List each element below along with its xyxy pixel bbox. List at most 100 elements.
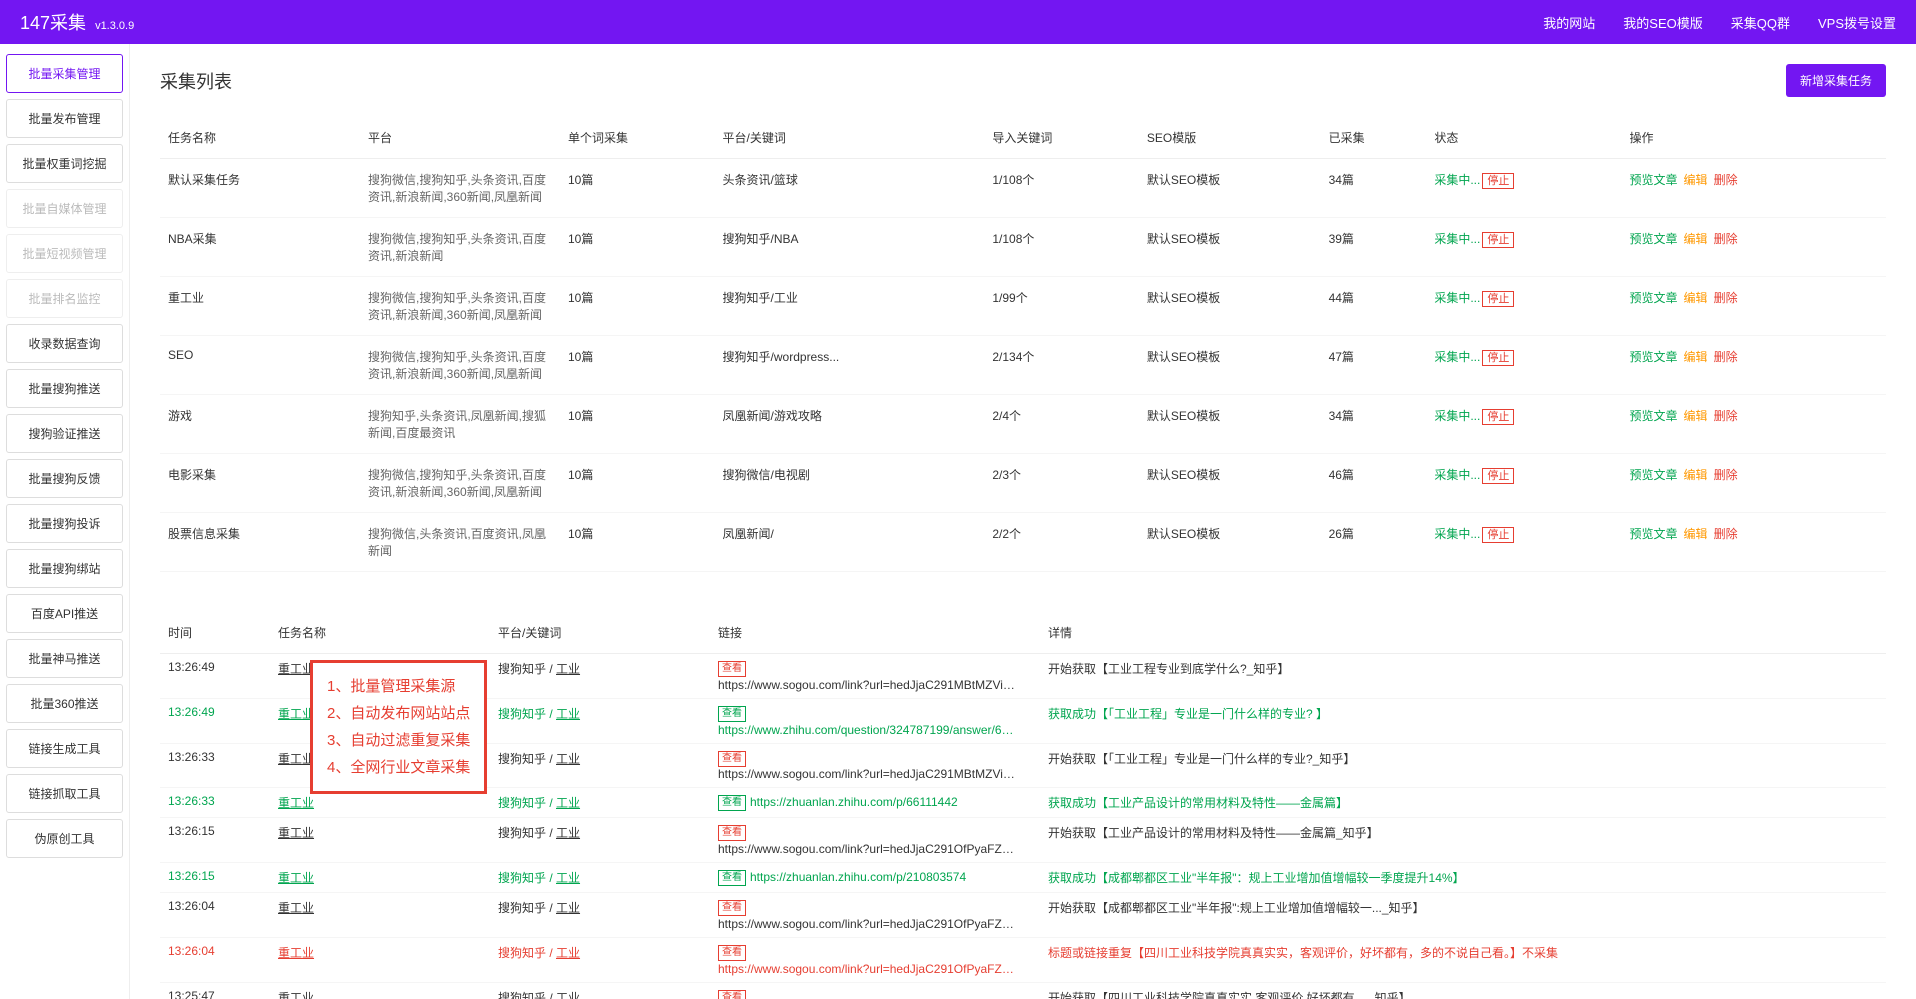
- sidebar-item-2[interactable]: 批量权重词挖掘: [6, 144, 123, 183]
- log-task-link[interactable]: 重工业: [278, 662, 314, 676]
- task-status: 采集中...停止: [1426, 277, 1621, 336]
- log-kw-link[interactable]: 工业: [556, 796, 580, 810]
- delete-link[interactable]: 删除: [1714, 350, 1738, 364]
- preview-link[interactable]: 预览文章: [1630, 232, 1678, 246]
- log-task-link[interactable]: 重工业: [278, 826, 314, 840]
- preview-link[interactable]: 预览文章: [1630, 291, 1678, 305]
- task-name: 电影采集: [160, 454, 360, 513]
- new-task-button[interactable]: 新增采集任务: [1786, 64, 1886, 97]
- sidebar-item-16[interactable]: 链接抓取工具: [6, 774, 123, 813]
- sidebar-item-15[interactable]: 链接生成工具: [6, 729, 123, 768]
- edit-link[interactable]: 编辑: [1684, 232, 1708, 246]
- edit-link[interactable]: 编辑: [1684, 527, 1708, 541]
- brand-name: 147采集: [20, 13, 86, 33]
- sidebar-item-13[interactable]: 批量神马推送: [6, 639, 123, 678]
- main-content[interactable]: 采集列表 新增采集任务 任务名称 平台 单个词采集 平台/关键词 导入关键词 S…: [130, 44, 1916, 999]
- sidebar-item-7[interactable]: 批量搜狗推送: [6, 369, 123, 408]
- log-kw-link[interactable]: 工业: [556, 991, 580, 999]
- topnav-link-2[interactable]: 采集QQ群: [1731, 13, 1790, 32]
- callout-line3: 3、自动过滤重复采集: [327, 727, 470, 754]
- stop-button[interactable]: 停止: [1482, 291, 1514, 307]
- delete-link[interactable]: 删除: [1714, 291, 1738, 305]
- task-row: 股票信息采集搜狗微信,头条资讯,百度资讯,凤凰新闻10篇凤凰新闻/2/2个默认S…: [160, 513, 1886, 572]
- topnav-link-1[interactable]: 我的SEO模版: [1623, 13, 1702, 32]
- preview-link[interactable]: 预览文章: [1630, 527, 1678, 541]
- sidebar-item-6[interactable]: 收录数据查询: [6, 324, 123, 363]
- view-badge[interactable]: 查看: [718, 990, 746, 999]
- edit-link[interactable]: 编辑: [1684, 350, 1708, 364]
- sidebar-item-17[interactable]: 伪原创工具: [6, 819, 123, 858]
- sidebar[interactable]: 批量采集管理批量发布管理批量权重词挖掘批量自媒体管理批量短视频管理批量排名监控收…: [0, 44, 130, 999]
- delete-link[interactable]: 删除: [1714, 468, 1738, 482]
- edit-link[interactable]: 编辑: [1684, 173, 1708, 187]
- log-kw-link[interactable]: 工业: [556, 707, 580, 721]
- topnav-link-3[interactable]: VPS拨号设置: [1818, 13, 1896, 32]
- preview-link[interactable]: 预览文章: [1630, 468, 1678, 482]
- task-collected: 34篇: [1321, 395, 1427, 454]
- log-task-link[interactable]: 重工业: [278, 901, 314, 915]
- task-actions: 预览文章编辑删除: [1622, 159, 1886, 218]
- stop-button[interactable]: 停止: [1482, 350, 1514, 366]
- sidebar-item-12[interactable]: 百度API推送: [6, 594, 123, 633]
- sidebar-item-1[interactable]: 批量发布管理: [6, 99, 123, 138]
- preview-link[interactable]: 预览文章: [1630, 173, 1678, 187]
- sidebar-item-14[interactable]: 批量360推送: [6, 684, 123, 723]
- log-link: 查看https://www.sogou.com/link?url=hedJjaC…: [710, 654, 1040, 699]
- delete-link[interactable]: 删除: [1714, 527, 1738, 541]
- log-task-link[interactable]: 重工业: [278, 796, 314, 810]
- task-platform: 搜狗微信,搜狗知乎,头条资讯,百度资讯,新浪新闻,360新闻,凤凰新闻: [360, 159, 560, 218]
- log-kw-link[interactable]: 工业: [556, 871, 580, 885]
- task-import: 2/2个: [984, 513, 1139, 572]
- log-link: 查看https://www.sogou.com/link?url=hedJjaC…: [710, 893, 1040, 938]
- log-row: 13:25:47重工业搜狗知乎 / 工业查看https://www.sogou.…: [160, 982, 1886, 999]
- edit-link[interactable]: 编辑: [1684, 409, 1708, 423]
- sidebar-item-11[interactable]: 批量搜狗绑站: [6, 549, 123, 588]
- stop-button[interactable]: 停止: [1482, 527, 1514, 543]
- edit-link[interactable]: 编辑: [1684, 291, 1708, 305]
- view-badge[interactable]: 查看: [718, 900, 746, 916]
- stop-button[interactable]: 停止: [1482, 468, 1514, 484]
- delete-link[interactable]: 删除: [1714, 232, 1738, 246]
- stop-button[interactable]: 停止: [1482, 173, 1514, 189]
- delete-link[interactable]: 删除: [1714, 409, 1738, 423]
- edit-link[interactable]: 编辑: [1684, 468, 1708, 482]
- sidebar-item-5: 批量排名监控: [6, 279, 123, 318]
- log-kw-link[interactable]: 工业: [556, 946, 580, 960]
- log-detail: 开始获取【工业产品设计的常用材料及特性——金属篇_知乎】: [1040, 818, 1886, 863]
- task-collected: 39篇: [1321, 218, 1427, 277]
- log-kw-link[interactable]: 工业: [556, 662, 580, 676]
- log-link: 查看https://www.zhihu.com/question/3247871…: [710, 698, 1040, 743]
- topnav-link-0[interactable]: 我的网站: [1543, 13, 1595, 32]
- log-task-link[interactable]: 重工业: [278, 707, 314, 721]
- log-task-link[interactable]: 重工业: [278, 946, 314, 960]
- log-detail: 获取成功【「工业工程」专业是一门什么样的专业? 】: [1040, 698, 1886, 743]
- task-import: 1/99个: [984, 277, 1139, 336]
- stop-button[interactable]: 停止: [1482, 232, 1514, 248]
- view-badge[interactable]: 查看: [718, 870, 746, 886]
- view-badge[interactable]: 查看: [718, 945, 746, 961]
- log-task-link[interactable]: 重工业: [278, 991, 314, 999]
- view-badge[interactable]: 查看: [718, 661, 746, 677]
- log-kw-link[interactable]: 工业: [556, 752, 580, 766]
- stop-button[interactable]: 停止: [1482, 409, 1514, 425]
- task-row: NBA采集搜狗微信,搜狗知乎,头条资讯,百度资讯,新浪新闻10篇搜狗知乎/NBA…: [160, 218, 1886, 277]
- view-badge[interactable]: 查看: [718, 795, 746, 811]
- preview-link[interactable]: 预览文章: [1630, 350, 1678, 364]
- log-task-link[interactable]: 重工业: [278, 752, 314, 766]
- log-kw-link[interactable]: 工业: [556, 826, 580, 840]
- th-link: 链接: [710, 612, 1040, 654]
- sidebar-item-0[interactable]: 批量采集管理: [6, 54, 123, 93]
- log-kw-link[interactable]: 工业: [556, 901, 580, 915]
- task-import: 2/3个: [984, 454, 1139, 513]
- preview-link[interactable]: 预览文章: [1630, 409, 1678, 423]
- view-badge[interactable]: 查看: [718, 706, 746, 722]
- sidebar-item-8[interactable]: 搜狗验证推送: [6, 414, 123, 453]
- view-badge[interactable]: 查看: [718, 751, 746, 767]
- delete-link[interactable]: 删除: [1714, 173, 1738, 187]
- sidebar-item-9[interactable]: 批量搜狗反馈: [6, 459, 123, 498]
- sidebar-item-10[interactable]: 批量搜狗投诉: [6, 504, 123, 543]
- task-actions: 预览文章编辑删除: [1622, 336, 1886, 395]
- log-task-link[interactable]: 重工业: [278, 871, 314, 885]
- view-badge[interactable]: 查看: [718, 825, 746, 841]
- th-import: 导入关键词: [984, 117, 1139, 159]
